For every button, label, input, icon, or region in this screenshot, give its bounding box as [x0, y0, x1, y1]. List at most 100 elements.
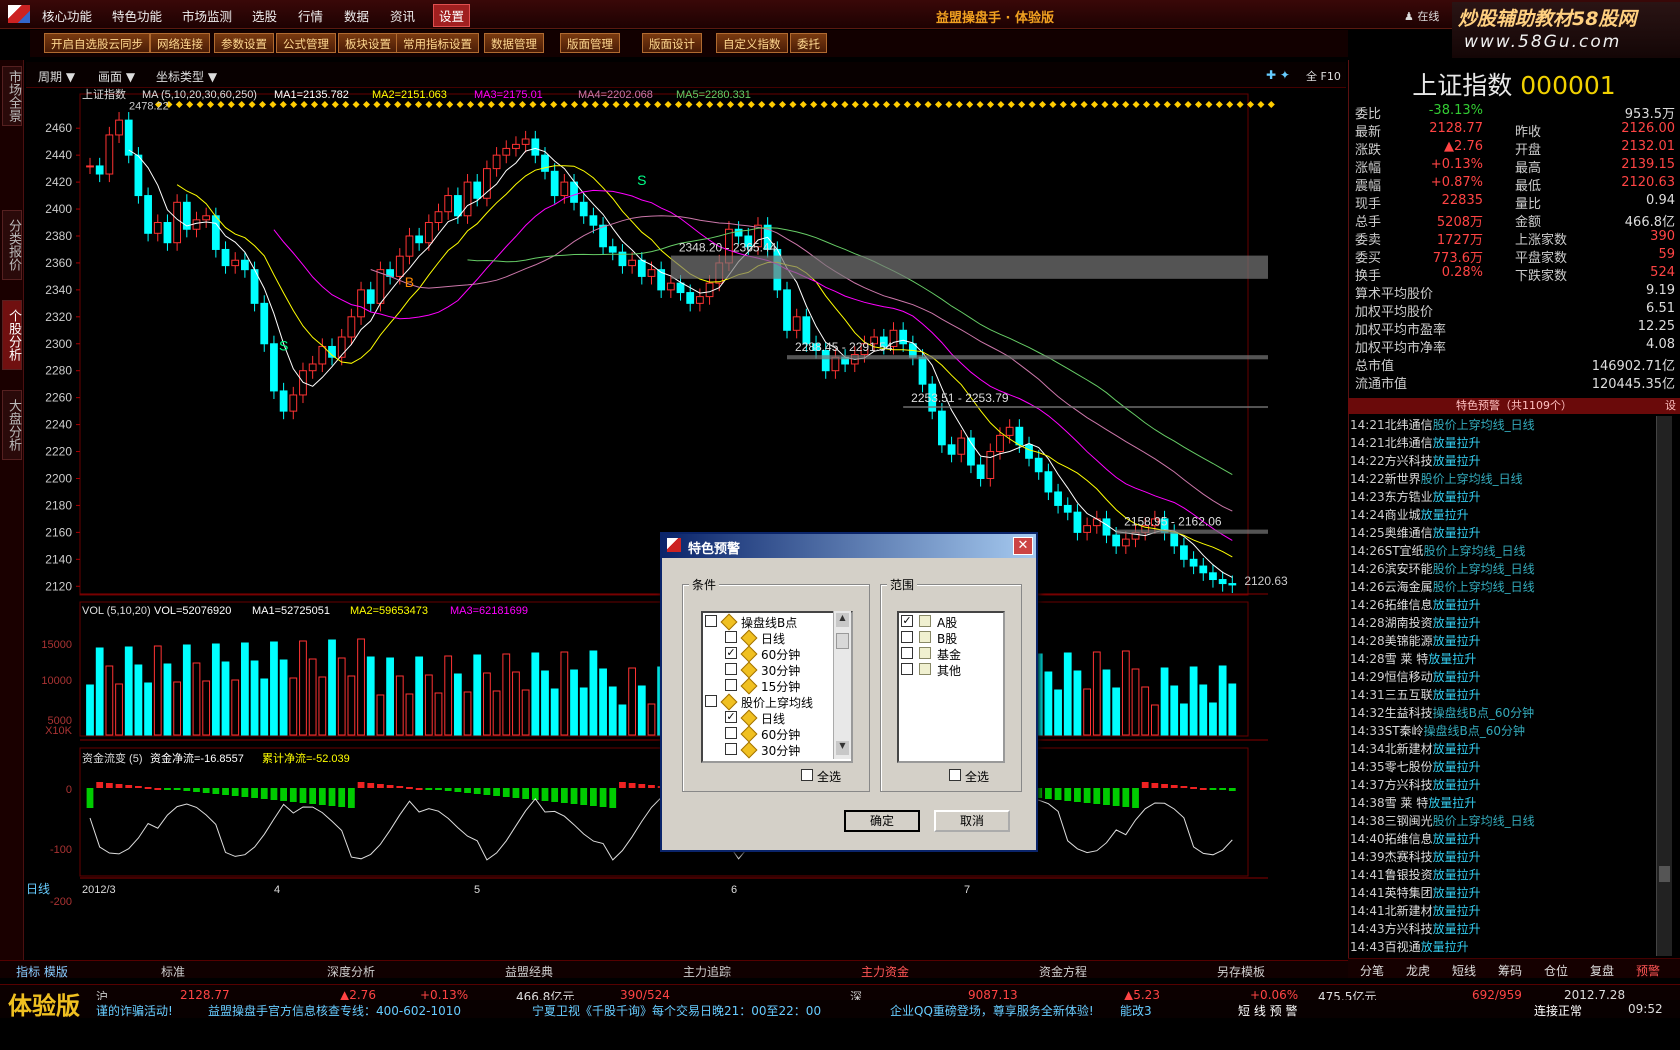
rp-tab-4[interactable]: 仓位 — [1544, 962, 1568, 979]
toolbar-btn-9[interactable]: 自定义指数 — [716, 33, 788, 53]
toolbar-btn-4[interactable]: 板块设置 — [338, 33, 398, 53]
alert-item[interactable]: 14:26ST宜纸股价上穿均线_日线 — [1350, 542, 1656, 560]
alert-item[interactable]: 14:24商业城放量拉升 — [1350, 506, 1656, 524]
toolbar-btn-7[interactable]: 版面管理 — [560, 33, 620, 53]
menu-special[interactable]: 特色功能 — [112, 6, 162, 25]
alert-item[interactable]: 14:33ST秦岭操盘线B点_60分钟 — [1350, 722, 1656, 740]
crosshair-icon[interactable]: ✚ ✦ — [1266, 68, 1290, 82]
alert-item[interactable]: 14:22新世界股价上穿均线_日线 — [1350, 470, 1656, 488]
rp-tab-1[interactable]: 龙虎 — [1406, 962, 1430, 979]
range-checkbox[interactable]: ✓ — [901, 615, 913, 627]
menu-core[interactable]: 核心功能 — [42, 6, 92, 25]
alert-item[interactable]: 14:28美锦能源放量拉升 — [1350, 632, 1656, 650]
alert-item[interactable]: 14:21北纬通信股价上穿均线_日线 — [1350, 416, 1656, 434]
template-tab-0[interactable]: 标准 — [84, 963, 262, 980]
alert-item[interactable]: 14:25奥维通信放量拉升 — [1350, 524, 1656, 542]
cond-checkbox[interactable] — [725, 743, 737, 755]
alert-item[interactable]: 14:37方兴科技放量拉升 — [1350, 776, 1656, 794]
toolbar-btn-1[interactable]: 网络连接 — [150, 33, 210, 53]
menu-settings[interactable]: 设置 — [433, 4, 471, 27]
leftnav-tab-0[interactable]: 市场全景 — [2, 66, 22, 126]
range-select-all-checkbox[interactable] — [949, 769, 961, 781]
toolbar-btn-2[interactable]: 参数设置 — [214, 33, 274, 53]
toolbar-btn-3[interactable]: 公式管理 — [276, 33, 336, 53]
alert-item[interactable]: 14:29恒信移动放量拉升 — [1350, 668, 1656, 686]
rp-tab-3[interactable]: 筹码 — [1498, 962, 1522, 979]
template-tab-6[interactable]: 另存模板 — [1152, 963, 1330, 980]
alert-item[interactable]: 14:41英特集团放量拉升 — [1350, 884, 1656, 902]
ticker-item[interactable]: 谨的诈骗活动! — [96, 1002, 173, 1019]
condition-scrollbar[interactable]: ▲ ▼ — [833, 611, 851, 759]
menu-select-stock[interactable]: 选股 — [252, 6, 277, 25]
cond-checkbox[interactable]: ✓ — [725, 647, 737, 659]
leftnav-tab-2[interactable]: 个股分析 — [2, 300, 22, 370]
cancel-button[interactable]: 取消 — [934, 810, 1010, 832]
alert-item[interactable]: 14:39杰赛科技放量拉升 — [1350, 848, 1656, 866]
dialog-title-bar[interactable]: 特色预警 — [662, 534, 1036, 558]
close-icon[interactable]: ✕ — [1013, 537, 1033, 555]
condition-list[interactable]: 操盘线B点 日线 ✓ 60分钟 30分钟 15分钟 股价上穿均线 ✓ 日线 60分钟 30分钟 — [701, 611, 853, 763]
menu-data[interactable]: 数据 — [344, 6, 369, 25]
scroll-thumb[interactable] — [836, 633, 849, 649]
rp-tab-6[interactable]: 预警 — [1636, 962, 1660, 979]
toolbar-btn-0[interactable]: 开启自选股云同步 — [44, 33, 150, 53]
ok-button[interactable]: 确定 — [844, 810, 920, 832]
alert-item[interactable]: 14:43方兴科技放量拉升 — [1350, 920, 1656, 938]
alert-item[interactable]: 14:22方兴科技放量拉升 — [1350, 452, 1656, 470]
rp-tab-0[interactable]: 分笔 — [1360, 962, 1384, 979]
leftnav-tab-3[interactable]: 大盘分析 — [2, 390, 22, 460]
alert-item[interactable]: 14:31三五互联放量拉升 — [1350, 686, 1656, 704]
cond-checkbox[interactable] — [705, 695, 717, 707]
cond-checkbox[interactable] — [705, 615, 717, 627]
alert-item[interactable]: 14:26滨安环能股价上穿均线_日线 — [1350, 560, 1656, 578]
toolbar-btn-5[interactable]: 常用指标设置 — [396, 33, 479, 53]
alert-item[interactable]: 14:41鲁银投资放量拉升 — [1350, 866, 1656, 884]
scroll-down-icon[interactable]: ▼ — [836, 741, 849, 755]
alert-item[interactable]: 14:41北新建材放量拉升 — [1350, 902, 1656, 920]
alert-item[interactable]: 14:38三钢闽光股价上穿均线_日线 — [1350, 812, 1656, 830]
alert-item[interactable]: 14:34北新建材放量拉升 — [1350, 740, 1656, 758]
ticker-item[interactable]: 能改3 — [1120, 1002, 1152, 1019]
rp-tab-2[interactable]: 短线 — [1452, 962, 1476, 979]
alert-scrollbar[interactable] — [1656, 416, 1672, 956]
alert-settings-button[interactable]: 设 — [1665, 398, 1676, 414]
cond-select-all-checkbox[interactable] — [801, 769, 813, 781]
toolbar-btn-10[interactable]: 委托 — [790, 33, 827, 53]
alert-item[interactable]: 14:40拓维信息放量拉升 — [1350, 830, 1656, 848]
menu-monitor[interactable]: 市场监测 — [182, 6, 232, 25]
template-tab-4[interactable]: 主力资金 — [796, 963, 974, 980]
alert-item[interactable]: 14:38雪 莱 特放量拉升 — [1350, 794, 1656, 812]
template-tab-5[interactable]: 资金方程 — [974, 963, 1152, 980]
alert-item[interactable]: 14:32生益科技操盘线B点_60分钟 — [1350, 704, 1656, 722]
range-checkbox[interactable] — [901, 631, 913, 643]
alert-item[interactable]: 14:28雪 莱 特放量拉升 — [1350, 650, 1656, 668]
coord-dropdown[interactable]: 坐标类型 ▼ — [156, 68, 217, 85]
template-tab-1[interactable]: 深度分析 — [262, 963, 440, 980]
ticker-item[interactable]: 益盟操盘手官方信息核查专线：400-602-1010 — [208, 1002, 461, 1019]
cond-checkbox[interactable]: ✓ — [725, 711, 737, 723]
template-tab-2[interactable]: 益盟经典 — [440, 963, 618, 980]
toolbar-btn-8[interactable]: 版面设计 — [642, 33, 702, 53]
menu-quote[interactable]: 行情 — [298, 6, 323, 25]
template-tab-3[interactable]: 主力追踪 — [618, 963, 796, 980]
cond-checkbox[interactable] — [725, 679, 737, 691]
cond-checkbox[interactable] — [725, 727, 737, 739]
alert-item[interactable]: 14:26云海金属股价上穿均线_日线 — [1350, 578, 1656, 596]
ticker-item[interactable]: 企业QQ重磅登场，尊享服务全新体验! — [890, 1002, 1094, 1019]
f10-button[interactable]: 全 F10 — [1306, 68, 1341, 84]
screen-dropdown[interactable]: 画面 ▼ — [98, 68, 135, 85]
alert-item[interactable]: 14:21北纬通信放量拉升 — [1350, 434, 1656, 452]
leftnav-tab-1[interactable]: 分类报价 — [2, 210, 22, 280]
rp-tab-5[interactable]: 复盘 — [1590, 962, 1614, 979]
cond-checkbox[interactable] — [725, 663, 737, 675]
range-checkbox[interactable] — [901, 663, 913, 675]
scroll-up-icon[interactable]: ▲ — [836, 613, 849, 627]
online-status[interactable]: ♟ 在线 — [1404, 8, 1439, 24]
alert-item[interactable]: 14:26拓维信息放量拉升 — [1350, 596, 1656, 614]
range-checkbox[interactable] — [901, 647, 913, 659]
cond-checkbox[interactable] — [725, 631, 737, 643]
alert-item[interactable]: 14:43百视通放量拉升 — [1350, 938, 1656, 956]
alert-item[interactable]: 14:23东方锆业放量拉升 — [1350, 488, 1656, 506]
alert-item[interactable]: 14:28湖南投资放量拉升 — [1350, 614, 1656, 632]
period-dropdown[interactable]: 周期 ▼ — [38, 68, 75, 85]
